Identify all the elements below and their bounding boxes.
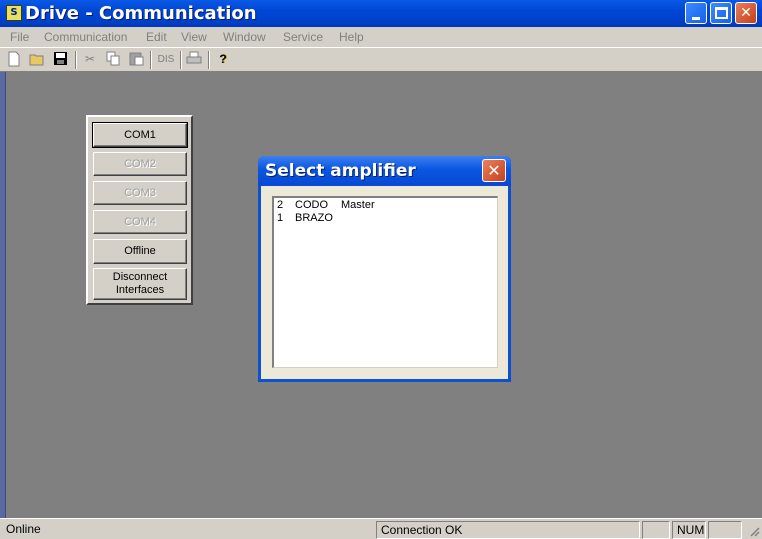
minimize-button[interactable] [685, 2, 707, 24]
dis-button[interactable]: DIS [155, 51, 177, 68]
dialog-title-bar[interactable]: Select amplifier ✕ [258, 156, 511, 186]
toolbar-separator [208, 51, 210, 69]
save-icon[interactable] [52, 51, 68, 68]
com-port-panel: COM1 COM2 COM3 COM4 Offline Disconnect I… [86, 115, 193, 305]
toolbar: ✂ DIS ? [0, 48, 762, 72]
offline-button[interactable]: Offline [93, 239, 187, 264]
paste-icon[interactable] [128, 51, 144, 68]
menu-help[interactable]: Help [339, 30, 364, 44]
cut-icon[interactable]: ✂ [82, 51, 98, 68]
menu-view[interactable]: View [181, 30, 207, 44]
com2-button[interactable]: COM2 [93, 152, 187, 176]
dialog-body: 2 CODO Master 1 BRAZO [261, 186, 508, 379]
dialog-close-button[interactable]: ✕ [482, 159, 506, 182]
window-title: Drive - Communication [25, 3, 257, 24]
status-connection: Connection OK [376, 521, 640, 539]
menu-service[interactable]: Service [283, 30, 323, 44]
com4-button[interactable]: COM4 [93, 210, 187, 234]
amplifier-number: 1 [277, 212, 284, 224]
maximize-button[interactable] [710, 2, 732, 24]
mdi-left-edge [0, 72, 6, 518]
open-folder-icon[interactable] [29, 51, 45, 68]
status-num: NUM [672, 521, 706, 539]
toolbar-separator [180, 51, 182, 69]
close-button[interactable]: ✕ [735, 2, 757, 24]
resize-grip-icon[interactable] [748, 525, 760, 537]
copy-icon[interactable] [105, 51, 121, 68]
list-item[interactable]: 2 CODO Master [277, 199, 477, 212]
print-icon[interactable] [186, 51, 202, 68]
disconnect-interfaces-button[interactable]: Disconnect Interfaces [93, 268, 187, 300]
com3-button[interactable]: COM3 [93, 181, 187, 205]
menu-edit[interactable]: Edit [146, 30, 167, 44]
close-icon: ✕ [487, 161, 501, 180]
select-amplifier-dialog: Select amplifier ✕ 2 CODO Master 1 BRAZO [258, 156, 511, 382]
minimize-icon [692, 17, 700, 20]
status-empty-pane [642, 521, 670, 539]
amplifier-name: BRAZO [295, 212, 333, 224]
list-item[interactable]: 1 BRAZO [277, 212, 477, 225]
status-empty-pane [708, 521, 742, 539]
help-icon[interactable]: ? [215, 51, 231, 68]
app-icon[interactable]: S [6, 5, 22, 21]
dialog-title: Select amplifier [265, 161, 416, 181]
status-bar: Online Connection OK NUM [0, 518, 762, 539]
toolbar-separator [150, 51, 152, 69]
maximize-icon [715, 7, 728, 19]
new-file-icon[interactable] [6, 51, 22, 68]
menu-file[interactable]: File [10, 30, 29, 44]
status-online: Online [6, 522, 41, 536]
com1-button[interactable]: COM1 [92, 122, 188, 148]
menu-window[interactable]: Window [223, 30, 266, 44]
amplifier-role: Master [341, 199, 375, 211]
menu-communication[interactable]: Communication [44, 30, 127, 44]
amplifier-name: CODO [295, 199, 328, 211]
menu-bar: File Communication Edit View Window Serv… [0, 27, 762, 48]
amplifier-list[interactable]: 2 CODO Master 1 BRAZO [272, 196, 498, 368]
toolbar-separator [75, 51, 77, 69]
amplifier-number: 2 [277, 199, 284, 211]
title-bar[interactable]: S Drive - Communication ✕ [0, 0, 762, 27]
close-icon: ✕ [740, 5, 752, 21]
